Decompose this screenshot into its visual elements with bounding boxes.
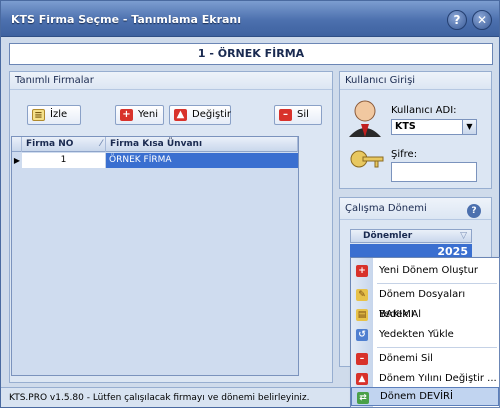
- username-combo[interactable]: KTS ▼: [391, 119, 477, 135]
- delete-button[interactable]: – Sil: [274, 105, 322, 125]
- menu-transfer-period[interactable]: ⇄ Dönem DEVİRİ: [351, 387, 499, 406]
- plus-icon: +: [120, 109, 133, 121]
- close-button[interactable]: ✕: [472, 10, 492, 30]
- col-firm-no-label: Firma NO: [26, 139, 74, 149]
- menu-transfer-period-label: Dönem DEVİRİ: [380, 391, 453, 402]
- grid-header: Firma NO ⁄ Firma Kısa Ünvanı: [12, 137, 298, 152]
- row-pointer-icon: ▶: [13, 156, 21, 165]
- login-title: Kullanıcı Girişi: [340, 72, 491, 90]
- firms-grid[interactable]: Firma NO ⁄ Firma Kısa Ünvanı ▶ 1 ÖRNEK F…: [11, 136, 299, 376]
- col-firm-no[interactable]: Firma NO ⁄: [22, 137, 106, 152]
- sort-icon: ▽: [460, 231, 467, 241]
- edit-icon: ▲: [356, 373, 368, 385]
- menu-new-period-label: Yeni Dönem Oluştur: [379, 265, 479, 276]
- menu-change-year-label: Dönem Yılını Değiştir ...: [379, 373, 497, 384]
- period-context-menu: + Yeni Dönem Oluştur ✎ Dönem Dosyaları B…: [350, 257, 500, 408]
- menu-separator: [377, 283, 497, 284]
- minus-icon: –: [356, 353, 368, 365]
- menu-restore[interactable]: ↺ Yedekten Yükle: [351, 325, 499, 345]
- table-row[interactable]: ▶ 1 ÖRNEK FİRMA: [12, 153, 298, 168]
- edit-label: Değiştir: [192, 109, 231, 120]
- menu-delete-period-label: Dönemi Sil: [379, 353, 433, 364]
- new-label: Yeni: [138, 109, 159, 120]
- edit-icon: ▲: [174, 109, 187, 121]
- view-button[interactable]: ≡ İzle: [27, 105, 81, 125]
- periods-column-label: Dönemler: [363, 231, 413, 241]
- password-label: Şifre:: [391, 149, 418, 160]
- help-button[interactable]: ?: [447, 10, 467, 30]
- menu-backup[interactable]: ▤ Yedek Al: [351, 305, 499, 325]
- title-bar: KTS Firma Seçme - Tanımlama Ekranı ? ✕: [1, 1, 499, 37]
- plus-icon: +: [356, 265, 368, 277]
- defined-firms-title: Tanımlı Firmalar: [10, 72, 332, 90]
- view-label: İzle: [50, 109, 68, 120]
- restore-icon: ↺: [356, 329, 368, 341]
- menu-separator: [377, 347, 497, 348]
- maintenance-icon: ✎: [356, 289, 368, 301]
- delete-label: Sil: [297, 109, 309, 120]
- grid-indicator-header: [12, 137, 22, 152]
- period-help-icon[interactable]: ?: [467, 204, 481, 218]
- username-label: Kullanıcı ADI:: [391, 105, 457, 116]
- col-firm-name[interactable]: Firma Kısa Ünvanı: [106, 137, 298, 152]
- menu-delete-period[interactable]: – Dönemi Sil: [351, 349, 499, 369]
- window-title: KTS Firma Seçme - Tanımlama Ekranı: [11, 13, 242, 26]
- menu-new-period[interactable]: + Yeni Dönem Oluştur: [351, 261, 499, 281]
- username-value: KTS: [395, 121, 416, 132]
- sort-icon: ⁄: [100, 139, 102, 149]
- user-key-icon: [349, 100, 384, 168]
- cell-firm-name: ÖRNEK FİRMA: [106, 153, 298, 168]
- edit-button[interactable]: ▲ Değiştir: [169, 105, 231, 125]
- menu-maintenance[interactable]: ✎ Dönem Dosyaları BAKIMI: [351, 285, 499, 320]
- cell-firm-no: 1: [22, 153, 106, 168]
- transfer-icon: ⇄: [357, 392, 369, 404]
- backup-icon: ▤: [356, 309, 368, 321]
- minus-icon: –: [279, 109, 292, 121]
- view-icon: ≡: [32, 109, 45, 121]
- periods-column-header[interactable]: Dönemler ▽: [350, 229, 472, 243]
- password-field[interactable]: [391, 162, 477, 182]
- menu-backup-label: Yedek Al: [379, 309, 422, 320]
- selected-firm-header: 1 - ÖRNEK FİRMA: [9, 43, 493, 65]
- menu-restore-label: Yedekten Yükle: [379, 329, 454, 340]
- menu-change-year[interactable]: ▲ Dönem Yılını Değiştir ...: [351, 369, 499, 389]
- chevron-down-icon[interactable]: ▼: [462, 120, 476, 134]
- new-button[interactable]: + Yeni: [115, 105, 164, 125]
